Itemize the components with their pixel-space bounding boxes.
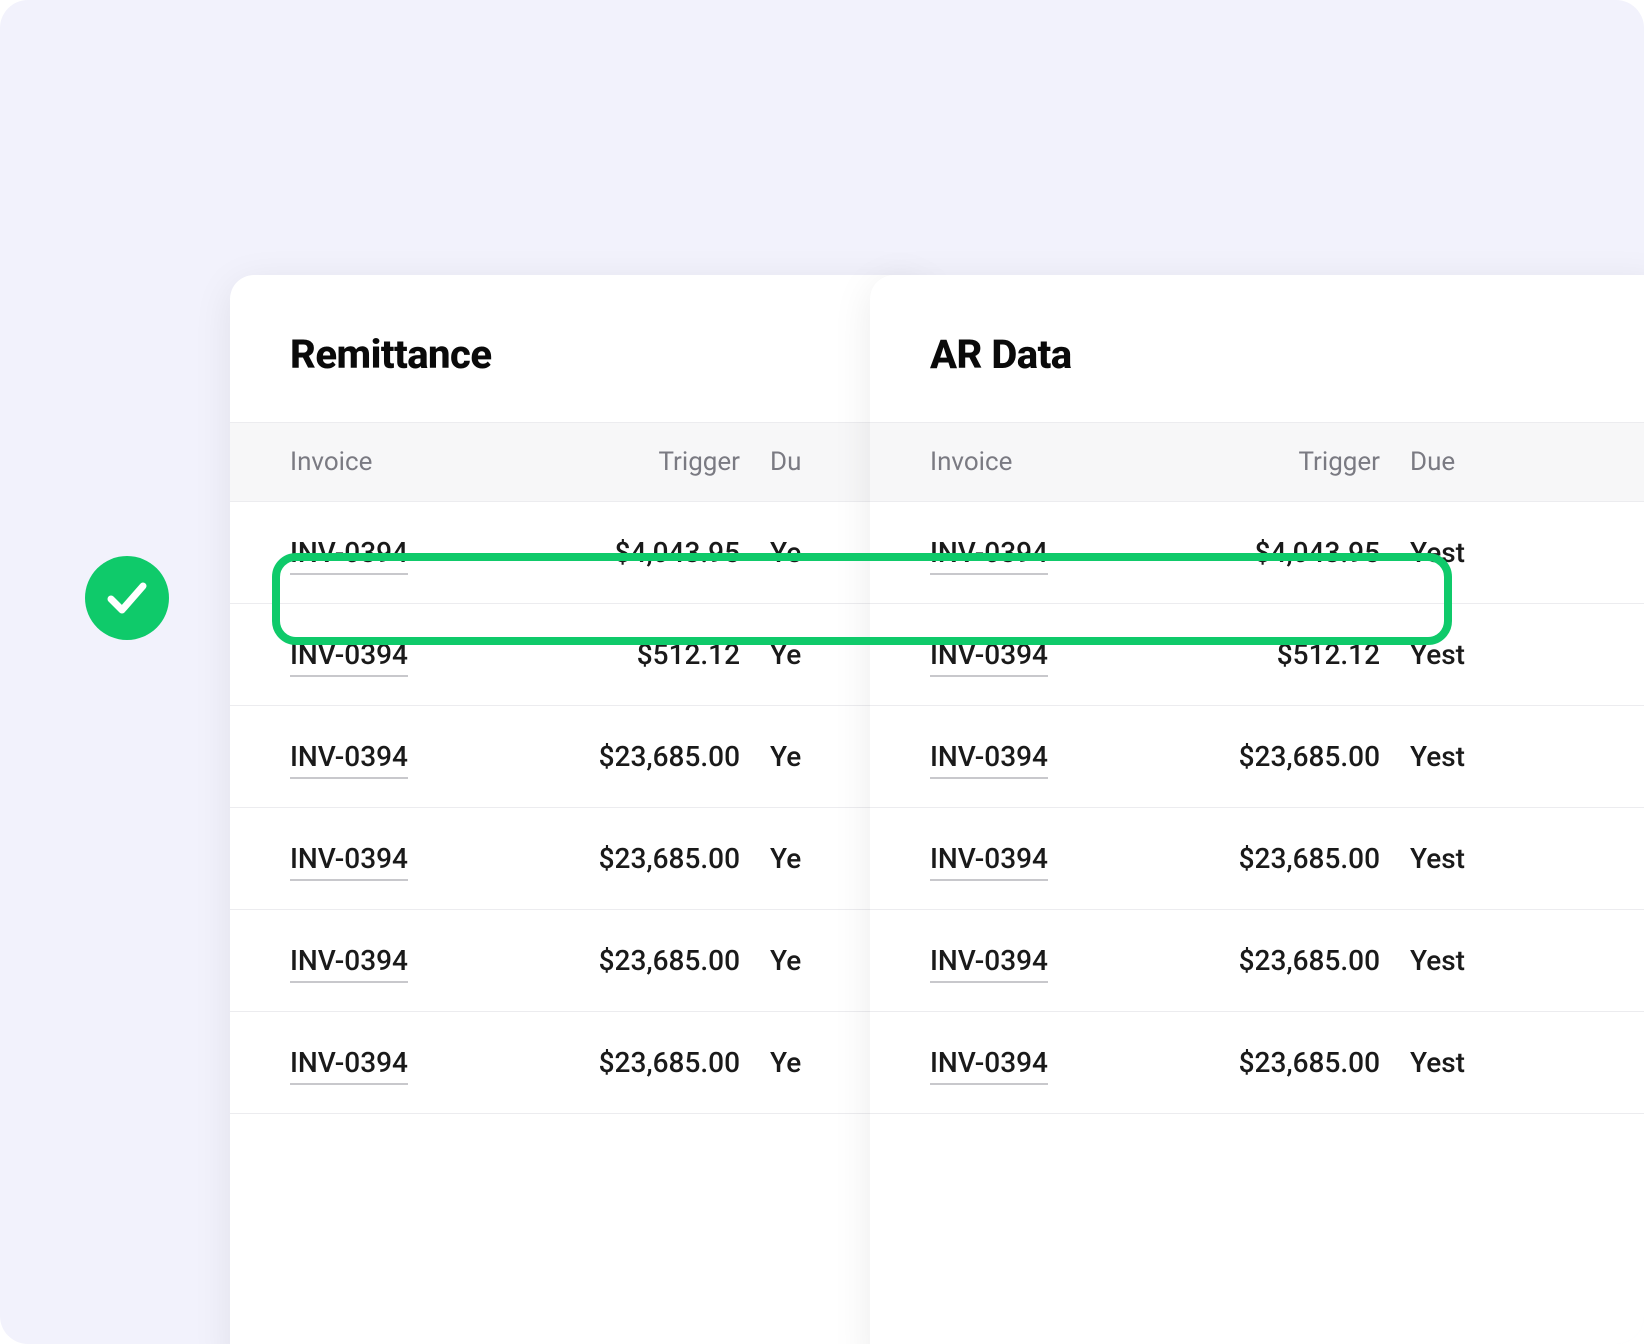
table-row[interactable]: INV-0394 $23,685.00 Yest	[870, 706, 1644, 808]
table-row[interactable]: INV-0394 $23,685.00 Ye	[230, 706, 930, 808]
trigger-cell: $23,685.00	[530, 842, 740, 875]
trigger-cell: $23,685.00	[1170, 1046, 1380, 1079]
invoice-cell[interactable]: INV-0394	[930, 944, 1170, 977]
due-cell: Yest	[1380, 944, 1610, 977]
invoice-cell[interactable]: INV-0394	[290, 944, 530, 977]
invoice-cell[interactable]: INV-0394	[290, 536, 530, 569]
due-cell: Ye	[740, 944, 870, 977]
trigger-cell: $23,685.00	[1170, 944, 1380, 977]
table-row[interactable]: INV-0394 $23,685.00 Yest	[870, 910, 1644, 1012]
due-cell: Ye	[740, 842, 870, 875]
due-cell: Yest	[1380, 638, 1610, 671]
invoice-cell[interactable]: INV-0394	[930, 842, 1170, 875]
remittance-th-trigger: Trigger	[530, 447, 740, 477]
remittance-th-invoice: Invoice	[290, 447, 530, 477]
remittance-card: Remittance Invoice Trigger Du INV-0394 $…	[230, 275, 930, 1344]
invoice-cell[interactable]: INV-0394	[290, 1046, 530, 1079]
canvas: Remittance Invoice Trigger Du INV-0394 $…	[0, 0, 1644, 1344]
table-row[interactable]: INV-0394 $23,685.00 Ye	[230, 1012, 930, 1114]
table-row[interactable]: INV-0394 $23,685.00 Ye	[230, 808, 930, 910]
ardata-table-header: Invoice Trigger Due	[870, 422, 1644, 502]
invoice-cell[interactable]: INV-0394	[930, 740, 1170, 773]
trigger-cell: $4,043.95	[1170, 536, 1380, 569]
table-row[interactable]: INV-0394 $4,043.95 Yest	[870, 502, 1644, 604]
trigger-cell: $512.12	[1170, 638, 1380, 671]
table-row[interactable]: INV-0394 $23,685.00 Yest	[870, 1012, 1644, 1114]
trigger-cell: $23,685.00	[530, 944, 740, 977]
match-check-badge	[85, 556, 169, 640]
remittance-title: Remittance	[230, 275, 930, 422]
ardata-th-invoice: Invoice	[930, 447, 1170, 477]
due-cell: Ye	[740, 536, 870, 569]
due-cell: Yest	[1380, 536, 1610, 569]
invoice-cell[interactable]: INV-0394	[290, 638, 530, 671]
due-cell: Yest	[1380, 1046, 1610, 1079]
table-row[interactable]: INV-0394 $23,685.00 Ye	[230, 910, 930, 1012]
ardata-th-due: Due	[1380, 447, 1610, 477]
invoice-cell[interactable]: INV-0394	[290, 740, 530, 773]
check-icon	[103, 574, 151, 622]
ardata-card: AR Data Invoice Trigger Due INV-0394 $4,…	[870, 275, 1644, 1344]
table-row[interactable]: INV-0394 $23,685.00 Yest	[870, 808, 1644, 910]
trigger-cell: $4,043.95	[530, 536, 740, 569]
trigger-cell: $23,685.00	[530, 740, 740, 773]
table-row[interactable]: INV-0394 $512.12 Ye	[230, 604, 930, 706]
due-cell: Ye	[740, 740, 870, 773]
trigger-cell: $23,685.00	[1170, 842, 1380, 875]
remittance-table-header: Invoice Trigger Du	[230, 422, 930, 502]
table-row[interactable]: INV-0394 $4,043.95 Ye	[230, 502, 930, 604]
trigger-cell: $512.12	[530, 638, 740, 671]
invoice-cell[interactable]: INV-0394	[290, 842, 530, 875]
remittance-th-due: Du	[740, 447, 870, 477]
table-row[interactable]: INV-0394 $512.12 Yest	[870, 604, 1644, 706]
due-cell: Ye	[740, 1046, 870, 1079]
ardata-title: AR Data	[870, 275, 1644, 422]
invoice-cell[interactable]: INV-0394	[930, 638, 1170, 671]
invoice-cell[interactable]: INV-0394	[930, 536, 1170, 569]
due-cell: Yest	[1380, 740, 1610, 773]
ardata-th-trigger: Trigger	[1170, 447, 1380, 477]
trigger-cell: $23,685.00	[530, 1046, 740, 1079]
trigger-cell: $23,685.00	[1170, 740, 1380, 773]
due-cell: Yest	[1380, 842, 1610, 875]
due-cell: Ye	[740, 638, 870, 671]
invoice-cell[interactable]: INV-0394	[930, 1046, 1170, 1079]
